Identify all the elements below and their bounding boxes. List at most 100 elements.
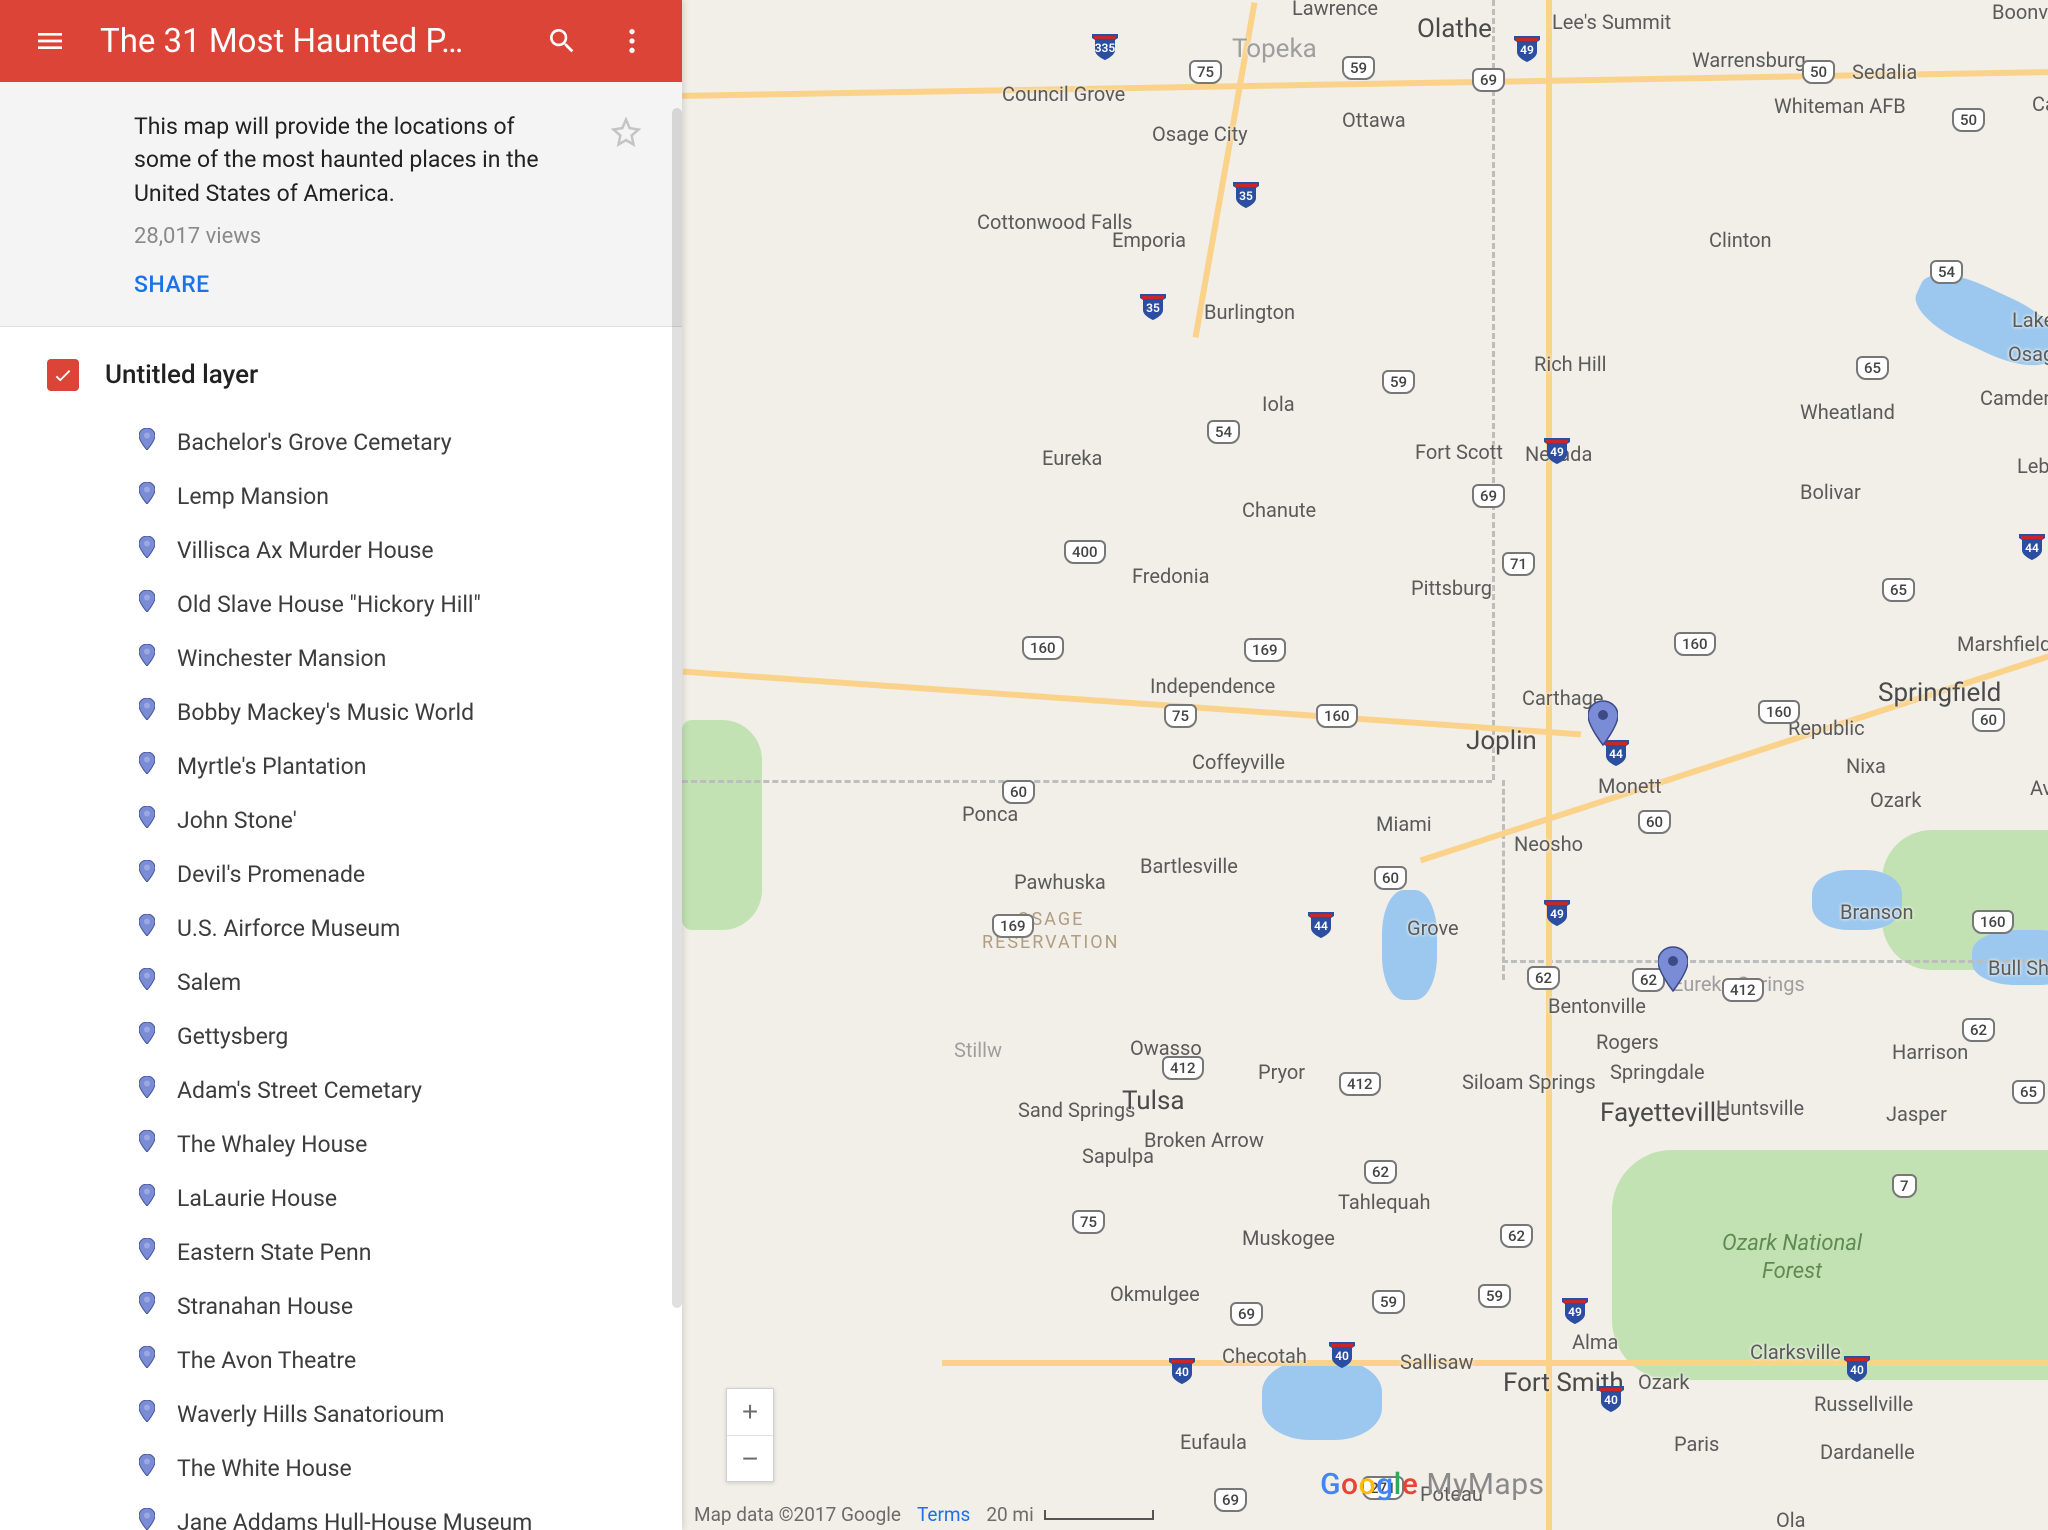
city-label: Ava xyxy=(2030,776,2048,800)
pin-icon xyxy=(139,428,159,456)
layer-item-label: U.S. Airforce Museum xyxy=(177,915,400,942)
highway-shield: 62 xyxy=(1962,1018,1995,1042)
city-label: Sand Springs xyxy=(1018,1098,1135,1122)
terms-link[interactable]: Terms xyxy=(917,1503,970,1526)
layer-item[interactable]: Gettysberg xyxy=(139,1009,682,1063)
svg-text:40: 40 xyxy=(1175,1365,1189,1379)
zoom-in-button[interactable]: + xyxy=(727,1389,773,1435)
layer-item-label: The Whaley House xyxy=(177,1131,367,1158)
city-label: California xyxy=(2032,92,2048,116)
city-label: Eufaula xyxy=(1180,1430,1247,1454)
highway-shield: 412 xyxy=(1722,978,1764,1002)
city-label: Dardanelle xyxy=(1820,1440,1915,1464)
pin-icon xyxy=(139,1076,159,1104)
pin-icon xyxy=(139,1022,159,1050)
layer-item[interactable]: Waverly Hills Sanatorioum xyxy=(139,1387,682,1441)
pin-icon xyxy=(139,590,159,618)
map-area[interactable]: OSAGE RESERVATION Ozark National Forest … xyxy=(682,0,2048,1530)
layer-header[interactable]: Untitled layer xyxy=(45,359,682,391)
layer-item[interactable]: Old Slave House "Hickory Hill" xyxy=(139,577,682,631)
layer-item[interactable]: Eastern State Penn xyxy=(139,1225,682,1279)
layer-item[interactable]: Villisca Ax Murder House xyxy=(139,523,682,577)
highway-shield: 169 xyxy=(992,914,1034,938)
layer-item[interactable]: The White House xyxy=(139,1441,682,1495)
layer-item[interactable]: Stranahan House xyxy=(139,1279,682,1333)
layer-item[interactable]: Salem xyxy=(139,955,682,1009)
city-label: Fayetteville xyxy=(1600,1098,1730,1128)
city-label: Osage City xyxy=(1152,122,1248,146)
city-label: Whiteman AFB xyxy=(1774,94,1906,118)
zoom-out-button[interactable]: − xyxy=(727,1435,773,1481)
svg-text:44: 44 xyxy=(1314,919,1328,933)
highway-shield: 69 xyxy=(1472,68,1505,92)
layer-item[interactable]: Bachelor's Grove Cemetary xyxy=(139,415,682,469)
layer-item[interactable]: John Stone' xyxy=(139,793,682,847)
more-button[interactable] xyxy=(612,21,652,61)
highway xyxy=(942,1360,2048,1366)
highway-shield: 60 xyxy=(1972,708,2005,732)
interstate-shield: 40 xyxy=(1167,1356,1197,1390)
pin-icon xyxy=(139,1130,159,1158)
layer-item[interactable]: Winchester Mansion xyxy=(139,631,682,685)
layer-item[interactable]: Bobby Mackey's Music World xyxy=(139,685,682,739)
highway-shield: 69 xyxy=(1230,1302,1263,1326)
layer-item[interactable]: Myrtle's Plantation xyxy=(139,739,682,793)
layer-item[interactable]: Lemp Mansion xyxy=(139,469,682,523)
city-label: Springfield xyxy=(1878,678,2001,708)
highway-shield: 59 xyxy=(1342,56,1375,80)
pin-icon xyxy=(139,1238,159,1266)
highway-shield: 62 xyxy=(1527,966,1560,990)
star-outline-icon xyxy=(611,117,641,147)
map-pin[interactable] xyxy=(1588,700,1618,746)
search-button[interactable] xyxy=(542,21,582,61)
info-panel: This map will provide the locations of s… xyxy=(0,82,682,327)
city-label: Ola xyxy=(1776,1508,1806,1530)
layer-item[interactable]: Devil's Promenade xyxy=(139,847,682,901)
menu-button[interactable] xyxy=(30,21,70,61)
svg-text:49: 49 xyxy=(1550,907,1564,921)
city-label: Ponca xyxy=(962,802,1018,826)
water-body xyxy=(1382,890,1437,1000)
svg-text:49: 49 xyxy=(1568,1305,1582,1319)
highway-shield: 60 xyxy=(1002,780,1035,804)
layer-item-label: Winchester Mansion xyxy=(177,645,386,672)
layer-item[interactable]: Jane Addams Hull-House Museum xyxy=(139,1495,682,1530)
scrollbar[interactable] xyxy=(672,108,682,1308)
layer-item-label: Villisca Ax Murder House xyxy=(177,537,434,564)
layer-item[interactable]: Adam's Street Cemetary xyxy=(139,1063,682,1117)
layer-checkbox[interactable] xyxy=(47,359,79,391)
map-pin[interactable] xyxy=(1658,946,1688,992)
city-label: Pryor xyxy=(1258,1060,1305,1084)
interstate-shield: 49 xyxy=(1542,898,1572,932)
app-root: The 31 Most Haunted P… This map will pro… xyxy=(0,0,2048,1530)
highway-shield: 160 xyxy=(1674,632,1716,656)
city-label: Ottawa xyxy=(1342,108,1406,132)
svg-text:44: 44 xyxy=(2025,541,2039,555)
map-canvas[interactable]: OSAGE RESERVATION Ozark National Forest … xyxy=(682,0,2048,1530)
highway-shield: 71 xyxy=(1502,552,1535,576)
city-label: Branson xyxy=(1840,900,1914,924)
city-label: Osage Beach xyxy=(2008,342,2048,366)
pin-icon xyxy=(139,752,159,780)
city-label: Lebanon xyxy=(2017,454,2048,478)
star-button[interactable] xyxy=(606,112,646,152)
layer-item[interactable]: The Avon Theatre xyxy=(139,1333,682,1387)
pin-icon xyxy=(139,968,159,996)
highway-shield: 75 xyxy=(1189,60,1222,84)
layer-item[interactable]: U.S. Airforce Museum xyxy=(139,901,682,955)
city-label: Coffeyville xyxy=(1192,750,1285,774)
highway-shield: 60 xyxy=(1638,810,1671,834)
layer-item-label: Gettysberg xyxy=(177,1023,288,1050)
state-border xyxy=(1502,960,2048,963)
layer-items: Bachelor's Grove CemetaryLemp Mansion Vil… xyxy=(45,415,682,1530)
layer-item-label: The Avon Theatre xyxy=(177,1347,356,1374)
share-button[interactable]: SHARE xyxy=(134,271,626,298)
city-label: Clarksville xyxy=(1750,1340,1841,1364)
highway-shield: 412 xyxy=(1162,1056,1204,1080)
layer-item-label: Devil's Promenade xyxy=(177,861,365,888)
city-label: Bartlesville xyxy=(1140,854,1238,878)
svg-text:335: 335 xyxy=(1095,41,1116,55)
layer-item[interactable]: The Whaley House xyxy=(139,1117,682,1171)
layer-item[interactable]: LaLaurie House xyxy=(139,1171,682,1225)
city-label: Joplin xyxy=(1466,726,1537,756)
